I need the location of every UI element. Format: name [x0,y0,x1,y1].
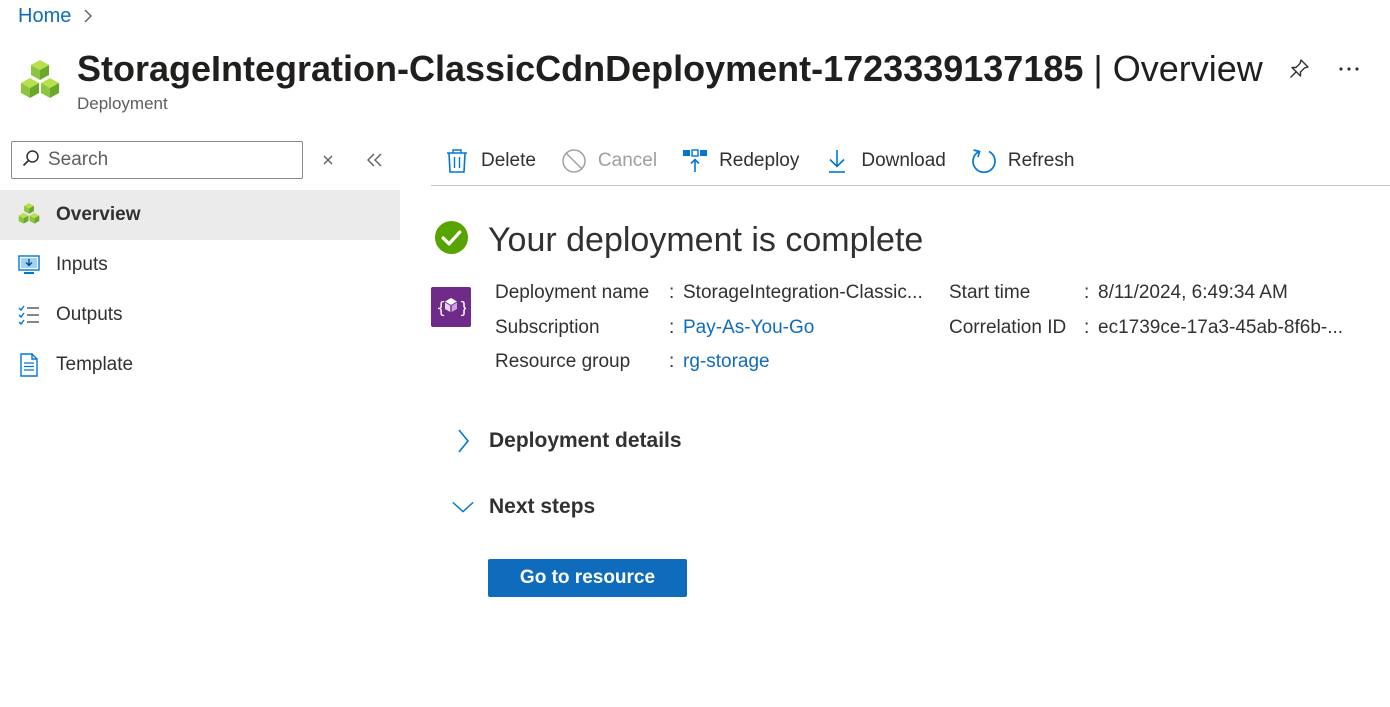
svg-text:{: { [436,298,446,317]
sidebar-item-label: Inputs [56,254,108,275]
cancel-label: Cancel [597,149,658,171]
refresh-button[interactable]: Refresh [958,141,1087,181]
status-title: Your deployment is complete [488,220,924,259]
correlation-id-value: ec1739ce-17a3-45ab-8f6b-... [1098,316,1344,338]
resource-group-label: Resource group [495,351,631,373]
deployment-info-right: Start time : 8/11/2024, 6:49:34 AM Corre… [949,276,1343,345]
separator: : [669,351,675,373]
start-time-row: Start time : 8/11/2024, 6:49:34 AM [949,276,1343,311]
page-title: StorageIntegration-ClassicCdnDeployment-… [77,47,1263,91]
trash-icon [443,147,471,175]
breadcrumb: Home [18,3,95,29]
go-to-resource-button[interactable]: Go to resource [488,559,687,597]
redeploy-label: Redeploy [719,149,800,171]
sidebar-nav: Overview Inputs Outputs Template [0,190,400,390]
cancel-button[interactable]: Cancel [548,141,669,181]
pin-icon[interactable] [1286,56,1312,82]
separator: : [669,316,675,338]
resource-group-link[interactable]: rg-storage [683,351,770,373]
outputs-list-icon [16,302,42,328]
sidebar-item-template[interactable]: Template [0,340,400,390]
sidebar-item-outputs[interactable]: Outputs [0,290,400,340]
page-title-resource: StorageIntegration-ClassicCdnDeployment-… [77,48,1084,89]
refresh-label: Refresh [1007,149,1075,171]
next-steps-label: Next steps [489,495,596,518]
deployment-name-label: Deployment name [495,282,650,304]
start-time-label: Start time [949,282,1031,304]
collapse-sidebar-icon[interactable] [364,150,386,170]
chevron-right-icon [81,9,95,23]
sidebar-item-label: Outputs [56,304,123,325]
chevron-down-icon [451,495,475,519]
page-subtitle: Deployment [77,94,168,113]
subscription-label: Subscription [495,316,600,338]
clear-search-icon[interactable] [318,150,338,170]
resource-group-row: Resource group : rg-storage [495,345,923,380]
page-header: StorageIntegration-ClassicCdnDeployment-… [16,44,1390,120]
separator: : [669,282,675,304]
deployment-template-icon: { } [431,287,471,327]
more-icon[interactable] [1336,56,1362,82]
command-bar: Delete Cancel Redeploy Download Refresh [431,136,1390,186]
sidebar-item-overview[interactable]: Overview [0,190,400,240]
search-input[interactable] [48,149,288,171]
next-steps-toggle[interactable]: Next steps [451,495,595,519]
inputs-icon [16,252,42,278]
deployment-name-row: Deployment name : StorageIntegration-Cla… [495,276,923,311]
chevron-right-icon [451,429,475,453]
page-title-section: Overview [1112,48,1263,89]
sidebar-item-label: Template [56,354,134,375]
deployment-details-label: Deployment details [489,429,682,452]
start-time-value: 8/11/2024, 6:49:34 AM [1098,282,1288,304]
download-icon [823,147,851,175]
subscription-link[interactable]: Pay-As-You-Go [683,317,814,339]
template-document-icon [16,352,42,378]
page-title-separator: | [1083,48,1113,89]
redeploy-icon [681,147,709,175]
separator: : [1084,316,1090,338]
svg-text:}: } [459,298,466,317]
sidebar-item-inputs[interactable]: Inputs [0,240,400,290]
deployment-details-toggle[interactable]: Deployment details [451,429,682,453]
deployment-status: Your deployment is complete [434,220,923,260]
deployment-info-left: Deployment name : StorageIntegration-Cla… [495,276,923,380]
correlation-id-label: Correlation ID [949,316,1067,338]
redeploy-button[interactable]: Redeploy [669,141,811,181]
search-box [11,141,303,179]
delete-button[interactable]: Delete [431,141,548,181]
cancel-circle-icon [560,147,588,175]
separator: : [1084,282,1090,304]
breadcrumb-home-link[interactable]: Home [18,5,71,28]
deployment-cubes-icon [16,202,42,228]
delete-label: Delete [481,149,536,171]
search-icon [22,149,40,172]
refresh-icon [970,147,998,175]
download-button[interactable]: Download [811,141,958,181]
subscription-row: Subscription : Pay-As-You-Go [495,311,923,346]
deployment-cubes-icon [16,58,64,106]
correlation-id-row: Correlation ID : ec1739ce-17a3-45ab-8f6b… [949,311,1343,346]
success-check-icon [434,220,469,260]
sidebar-item-label: Overview [56,204,141,225]
download-label: Download [861,149,946,171]
deployment-name-value: StorageIntegration-Classic... [683,282,923,304]
